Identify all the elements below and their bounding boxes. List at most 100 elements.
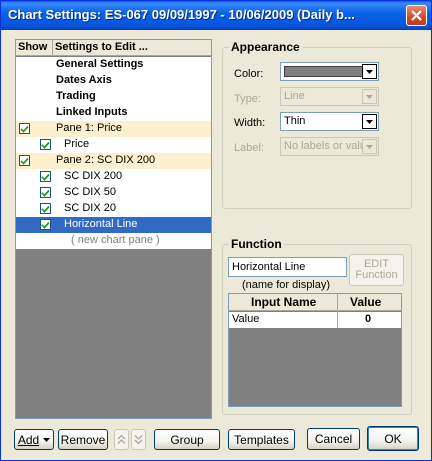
chevron-down-icon [366,94,373,99]
function-inputs-grid[interactable]: Input Name Value Value 0 [228,293,402,407]
appearance-group-title: Appearance [229,40,302,54]
templates-button[interactable]: Templates [228,429,295,450]
color-label: Color: [234,68,264,80]
column-header-show[interactable]: Show [18,41,47,53]
function-inputs-header: Input Name Value [229,294,401,311]
title-bar[interactable]: Chart Settings: ES-067 09/09/1997 - 10/0… [1,1,431,30]
column-header-input-name[interactable]: Input Name [251,295,316,309]
function-name-hint: (name for display) [242,279,331,291]
label-dropdown-arrow [362,139,377,154]
type-dropdown: Line [280,87,379,106]
add-button[interactable]: Add [14,429,54,450]
width-dropdown[interactable]: Thin [280,112,379,131]
type-value: Line [284,90,305,102]
close-button[interactable] [406,5,427,26]
double-chevron-up-icon [117,434,126,444]
settings-list-header: Show Settings to Edit ... [16,40,211,56]
settings-list-row-label: Dates Axis [56,74,112,86]
remove-button[interactable]: Remove [58,429,108,450]
chevron-down-icon [43,437,51,442]
column-divider[interactable] [52,40,53,56]
show-checkbox[interactable] [40,171,51,182]
checkmark-icon [41,173,50,181]
checkmark-icon [41,205,50,213]
settings-list-row[interactable]: General Settings [16,57,211,73]
settings-list-row-label: SC DIX 50 [64,186,116,198]
label-label: Label: [234,142,264,154]
input-name-cell: Value [232,313,260,325]
remove-button-label: Remove [60,432,106,447]
settings-list-row[interactable]: Linked Inputs [16,105,211,121]
pane-row[interactable]: Pane 1: Price [16,121,211,137]
settings-list[interactable]: Show Settings to Edit ... General Settin… [15,39,212,419]
checkmark-icon [41,141,50,149]
cancel-button-label: Cancel [314,432,353,446]
function-name-input[interactable]: Horizontal Line [228,257,347,277]
column-header-settings[interactable]: Settings to Edit ... [55,41,148,53]
group-button[interactable]: Group [154,429,220,450]
settings-list-row-label: Linked Inputs [56,106,128,118]
edit-function-label-2: Function [355,269,398,281]
settings-list-row-label: ( new chart pane ) [71,234,160,246]
pane-row[interactable]: Pane 2: SC DIX 200 [16,153,211,169]
group-button-label: Group [170,432,204,447]
grid-column-divider [337,294,338,328]
show-checkbox[interactable] [40,187,51,198]
color-dropdown[interactable] [280,62,379,81]
chevron-down-icon [366,144,373,149]
color-dropdown-arrow[interactable] [362,64,377,79]
type-dropdown-arrow [362,89,377,104]
chevron-down-icon [366,119,373,124]
show-checkbox[interactable] [40,203,51,214]
edit-function-button: EDIT Function [349,254,404,286]
double-chevron-down-icon [134,435,143,445]
settings-list-row[interactable]: Horizontal Line [16,217,211,233]
settings-list-row-label: Pane 2: SC DIX 200 [56,154,156,166]
type-label: Type: [234,93,261,105]
settings-list-row-label: SC DIX 200 [64,170,123,182]
settings-list-row-label: Pane 1: Price [56,122,123,134]
function-input-row[interactable]: Value 0 [229,312,401,328]
settings-list-row[interactable]: Price [16,137,211,153]
width-dropdown-arrow[interactable] [362,114,377,129]
settings-list-row[interactable]: Trading [16,89,211,105]
window-title: Chart Settings: ES-067 09/09/1997 - 10/0… [8,7,355,22]
add-button-label: Add [17,432,40,447]
column-header-value[interactable]: Value [350,295,381,309]
function-name-value: Horizontal Line [232,261,306,273]
settings-list-row[interactable]: Dates Axis [16,73,211,89]
settings-list-body: General Settings Dates Axis Trading Linked … [16,57,211,249]
ok-button[interactable]: OK [367,426,419,451]
show-checkbox[interactable] [40,219,51,230]
show-checkbox[interactable] [40,139,51,150]
settings-list-row-label: Trading [56,90,96,102]
input-value-cell[interactable]: 0 [365,313,371,325]
settings-list-row-label: SC DIX 20 [64,202,116,214]
move-up-button [114,429,129,450]
checkmark-icon [41,221,50,229]
move-down-button [131,429,146,450]
cancel-button[interactable]: Cancel [307,428,360,450]
settings-list-row-label: General Settings [56,58,144,70]
templates-button-label: Templates [234,432,289,447]
settings-list-row[interactable]: SC DIX 50 [16,185,211,201]
settings-list-row[interactable]: SC DIX 200 [16,169,211,185]
show-checkbox[interactable] [19,123,30,134]
show-checkbox[interactable] [19,155,30,166]
settings-list-row-label: Price [64,138,90,150]
label-dropdown: No labels or value [280,137,379,156]
checkmark-icon [41,189,50,197]
checkmark-icon [20,157,29,165]
color-swatch [284,66,366,77]
settings-list-row[interactable]: SC DIX 20 [16,201,211,217]
width-label: Width: [234,117,266,129]
settings-list-row[interactable]: ( new chart pane ) [16,233,211,249]
chevron-down-icon [366,69,373,74]
label-value: No labels or value [284,140,362,152]
close-icon [411,10,422,21]
settings-list-row-label: Horizontal Line [64,218,138,230]
chart-settings-dialog: Chart Settings: ES-067 09/09/1997 - 10/0… [0,0,432,461]
ok-button-label: OK [384,431,402,446]
function-group-title: Function [229,237,284,251]
checkmark-icon [20,125,29,133]
